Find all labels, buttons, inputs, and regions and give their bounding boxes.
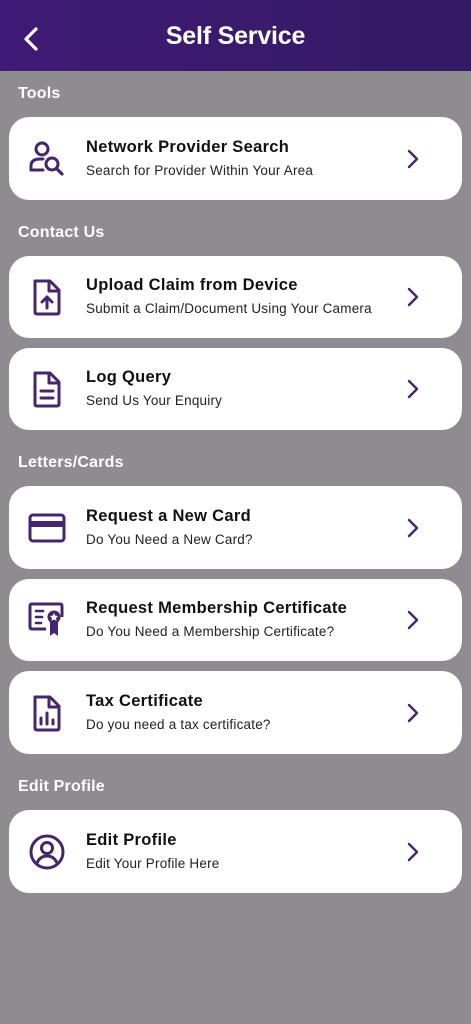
- credit-card-icon: [27, 508, 67, 548]
- card-title: Network Provider Search: [86, 137, 290, 156]
- card-title: Log Query: [86, 368, 172, 386]
- certificate-icon: [27, 600, 67, 640]
- request-new-card-card[interactable]: Request a New Card Do You Need a New Car…: [9, 486, 462, 569]
- card-subtitle: Do you need a tax certificate?: [86, 716, 271, 732]
- card-title: Edit Profile: [86, 830, 177, 849]
- card-title: Request Membership Certificate: [86, 599, 348, 617]
- file-upload-icon: [27, 277, 67, 317]
- card-subtitle: Edit Your Profile Here: [86, 855, 220, 871]
- card-subtitle: Do You Need a New Card?: [86, 531, 253, 547]
- card-title: Upload Claim from Device: [86, 276, 298, 294]
- user-search-icon: [27, 139, 67, 179]
- request-membership-certificate-card[interactable]: Request Membership Certificate Do You Ne…: [9, 579, 462, 661]
- chevron-right-icon: [406, 702, 420, 724]
- card-title: Tax Certificate: [86, 691, 203, 710]
- log-query-card[interactable]: Log Query Send Us Your Enquiry: [9, 348, 462, 430]
- chevron-right-icon: [406, 378, 420, 400]
- card-subtitle: Send Us Your Enquiry: [86, 393, 223, 408]
- card-subtitle: Submit a Claim/Document Using Your Camer…: [86, 301, 372, 316]
- chevron-right-icon: [406, 609, 420, 631]
- upload-claim-card[interactable]: Upload Claim from Device Submit a Claim/…: [9, 256, 462, 338]
- user-circle-icon: [27, 832, 67, 872]
- card-subtitle: Do You Need a Membership Certificate?: [86, 624, 335, 639]
- card-subtitle: Search for Provider Within Your Area: [86, 162, 314, 178]
- section-title-tools: Tools: [18, 85, 61, 102]
- edit-profile-card[interactable]: Edit Profile Edit Your Profile Here: [9, 810, 462, 893]
- chevron-right-icon: [406, 286, 420, 308]
- section-title-contact: Contact Us: [18, 224, 105, 241]
- section-title-letters: Letters/Cards: [18, 454, 124, 471]
- section-title-profile: Edit Profile: [18, 778, 105, 795]
- document-icon: [27, 369, 67, 409]
- chevron-right-icon: [406, 517, 420, 539]
- tax-certificate-card[interactable]: Tax Certificate Do you need a tax certif…: [9, 671, 462, 754]
- page-title: Self Service: [165, 22, 306, 50]
- chevron-right-icon: [406, 148, 420, 170]
- file-chart-icon: [27, 693, 67, 733]
- header-bar: Self Service: [0, 0, 471, 71]
- chevron-right-icon: [406, 841, 420, 863]
- card-title: Request a New Card: [86, 506, 251, 525]
- network-provider-search-card[interactable]: Network Provider Search Search for Provi…: [9, 117, 462, 200]
